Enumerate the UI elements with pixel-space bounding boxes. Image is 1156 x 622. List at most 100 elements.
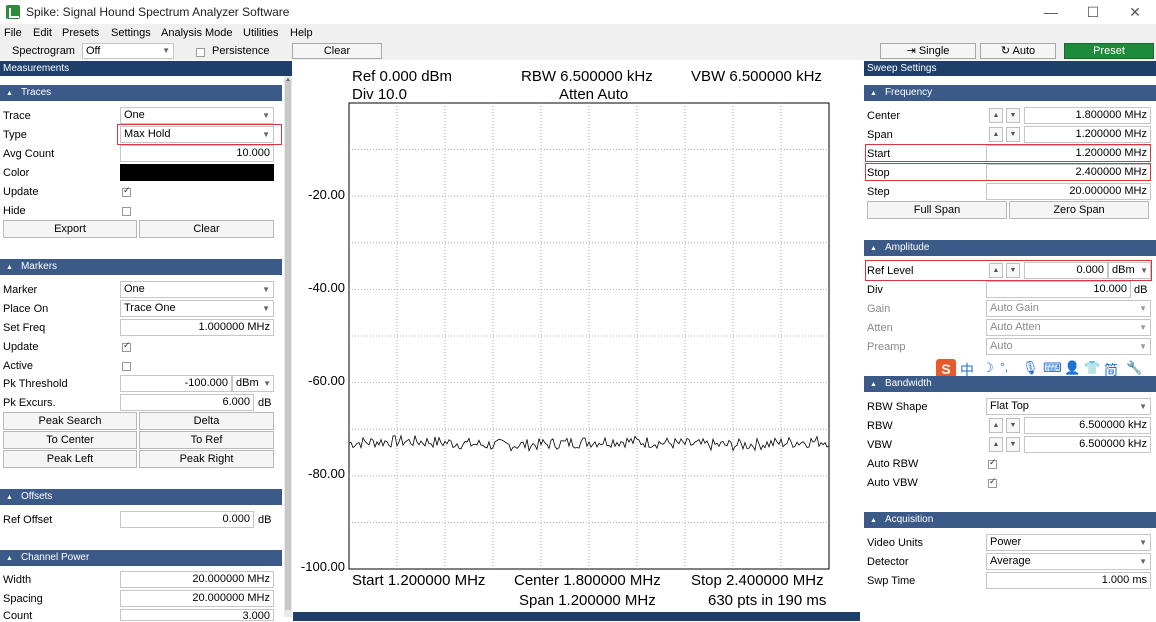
amplitude-group-header[interactable]: ▲ Amplitude bbox=[864, 240, 1156, 256]
menu-analysis-mode[interactable]: Analysis Mode bbox=[161, 27, 233, 39]
ref-offset-input[interactable]: 0.000 bbox=[120, 511, 254, 528]
left-panel-scroll-thumb[interactable] bbox=[285, 80, 291, 610]
atten-label: Atten bbox=[867, 322, 893, 334]
scroll-up-icon[interactable]: ▲ bbox=[284, 76, 292, 84]
punctuation-icon[interactable]: °, bbox=[1000, 360, 1008, 374]
offsets-header-label: Offsets bbox=[20, 491, 53, 502]
pk-excurs-label: Pk Excurs. bbox=[3, 397, 56, 409]
marker-update-checkbox[interactable] bbox=[122, 340, 131, 353]
place-on-select[interactable]: Trace One ▼ bbox=[120, 300, 274, 317]
spectrogram-label: Spectrogram bbox=[12, 45, 75, 57]
chevron-down-icon: ▼ bbox=[1139, 323, 1147, 332]
delta-button[interactable]: Delta bbox=[139, 412, 274, 430]
menu-file[interactable]: File bbox=[4, 27, 22, 39]
spectrogram-select[interactable]: Off ▼ bbox=[82, 43, 174, 59]
preamp-select[interactable]: Auto ▼ bbox=[986, 338, 1151, 355]
set-freq-input[interactable]: 1.000000 MHz bbox=[120, 319, 274, 336]
hide-checkbox[interactable] bbox=[122, 205, 131, 217]
center-spin-up-icon[interactable]: ▲ bbox=[989, 108, 1003, 123]
zero-span-button[interactable]: Zero Span bbox=[1009, 201, 1149, 219]
rbw-spin-up-icon[interactable]: ▲ bbox=[989, 418, 1003, 433]
moon-icon[interactable]: ☽ bbox=[982, 360, 994, 376]
span-input[interactable]: 1.200000 MHz bbox=[1024, 126, 1151, 143]
span-spin-up-icon[interactable]: ▲ bbox=[989, 127, 1003, 142]
trace-select[interactable]: One ▼ bbox=[120, 107, 274, 124]
full-span-button[interactable]: Full Span bbox=[867, 201, 1007, 219]
video-units-value: Power bbox=[990, 536, 1022, 548]
update-checkbox[interactable] bbox=[122, 185, 131, 198]
detector-select[interactable]: Average ▼ bbox=[986, 553, 1151, 570]
export-button[interactable]: Export bbox=[3, 220, 137, 238]
menu-presets[interactable]: Presets bbox=[62, 27, 99, 39]
menu-edit[interactable]: Edit bbox=[33, 27, 52, 39]
chevron-down-icon: ▼ bbox=[263, 379, 271, 388]
auto-vbw-checkbox[interactable] bbox=[988, 476, 997, 489]
menu-utilities[interactable]: Utilities bbox=[243, 27, 278, 39]
to-ref-button[interactable]: To Ref bbox=[139, 431, 274, 449]
collapse-triangle-icon: ▲ bbox=[6, 264, 13, 271]
preset-button[interactable]: Preset bbox=[1064, 43, 1154, 59]
user-icon[interactable]: 👤 bbox=[1064, 360, 1080, 376]
peak-search-button[interactable]: Peak Search bbox=[3, 412, 137, 430]
toolbar-clear-button[interactable]: Clear bbox=[292, 43, 382, 59]
atten-select[interactable]: Auto Atten ▼ bbox=[986, 319, 1151, 336]
acquisition-group-header[interactable]: ▲ Acquisition bbox=[864, 512, 1156, 528]
rbw-input[interactable]: 6.500000 kHz bbox=[1024, 417, 1151, 434]
collapse-triangle-icon: ▲ bbox=[6, 555, 13, 562]
detector-label: Detector bbox=[867, 556, 909, 568]
span-label: Span bbox=[867, 129, 893, 141]
rbw-shape-select[interactable]: Flat Top ▼ bbox=[986, 398, 1151, 415]
wrench-icon[interactable]: 🔧 bbox=[1126, 360, 1142, 376]
bandwidth-group-header[interactable]: ▲ Bandwidth bbox=[864, 376, 1156, 392]
pk-threshold-input[interactable]: -100.000 bbox=[120, 375, 232, 392]
auto-rbw-checkbox[interactable] bbox=[988, 457, 997, 470]
swp-time-input[interactable]: 1.000 ms bbox=[986, 572, 1151, 589]
menu-help[interactable]: Help bbox=[290, 27, 313, 39]
channel-power-group-header[interactable]: ▲ Channel Power bbox=[0, 550, 282, 566]
peak-right-button[interactable]: Peak Right bbox=[139, 450, 274, 468]
span-spin-down-icon[interactable]: ▼ bbox=[1006, 127, 1020, 142]
auto-button[interactable]: ↻ Auto bbox=[980, 43, 1056, 59]
width-input[interactable]: 20.000000 MHz bbox=[120, 571, 274, 588]
step-input[interactable]: 20.000000 MHz bbox=[986, 183, 1151, 200]
markers-group-header[interactable]: ▲ Markers bbox=[0, 259, 282, 275]
offsets-group-header[interactable]: ▲ Offsets bbox=[0, 489, 282, 505]
microphone-icon[interactable]: 🎙 bbox=[1022, 360, 1039, 376]
pk-threshold-unit-select[interactable]: dBm ▼ bbox=[232, 375, 274, 392]
peak-left-button[interactable]: Peak Left bbox=[3, 450, 137, 468]
gain-label: Gain bbox=[867, 303, 891, 315]
vbw-spin-up-icon[interactable]: ▲ bbox=[989, 437, 1003, 452]
color-swatch[interactable] bbox=[120, 164, 274, 181]
menu-settings[interactable]: Settings bbox=[111, 27, 151, 39]
close-button[interactable]: ✕ bbox=[1120, 2, 1150, 22]
avg-count-input[interactable]: 10.000 bbox=[120, 145, 274, 162]
spacing-input[interactable]: 20.000000 MHz bbox=[120, 590, 274, 607]
maximize-button[interactable]: ☐ bbox=[1078, 2, 1108, 22]
trace-value: One bbox=[124, 109, 145, 121]
keyboard-icon[interactable]: ⌨ bbox=[1043, 360, 1062, 376]
rbw-spin-down-icon[interactable]: ▼ bbox=[1006, 418, 1020, 433]
count-input[interactable]: 3.000 bbox=[120, 609, 274, 621]
center-input[interactable]: 1.800000 MHz bbox=[1024, 107, 1151, 124]
gain-select[interactable]: Auto Gain ▼ bbox=[986, 300, 1151, 317]
vbw-spin-down-icon[interactable]: ▼ bbox=[1006, 437, 1020, 452]
div-input[interactable]: 10.000 bbox=[986, 281, 1131, 298]
traces-clear-button[interactable]: Clear bbox=[139, 220, 274, 238]
single-button[interactable]: ⇥ Single bbox=[880, 43, 976, 59]
atten-readout: Atten Auto bbox=[559, 86, 629, 103]
traces-group-header[interactable]: ▲ Traces bbox=[0, 85, 282, 101]
minimize-button[interactable]: — bbox=[1036, 2, 1066, 22]
to-center-button[interactable]: To Center bbox=[3, 431, 137, 449]
active-checkbox[interactable] bbox=[122, 360, 131, 372]
center-spin-down-icon[interactable]: ▼ bbox=[1006, 108, 1020, 123]
pk-excurs-unit: dB bbox=[258, 397, 272, 409]
video-units-select[interactable]: Power ▼ bbox=[986, 534, 1151, 551]
vbw-input[interactable]: 6.500000 kHz bbox=[1024, 436, 1151, 453]
pk-excurs-input[interactable]: 6.000 bbox=[120, 394, 254, 411]
gain-value: Auto Gain bbox=[990, 302, 1039, 314]
spectrum-graticule[interactable] bbox=[293, 61, 860, 617]
persistence-checkbox[interactable] bbox=[196, 46, 205, 58]
marker-select[interactable]: One ▼ bbox=[120, 281, 274, 298]
frequency-group-header[interactable]: ▲ Frequency bbox=[864, 85, 1156, 101]
shirt-icon[interactable]: 👕 bbox=[1084, 360, 1100, 376]
